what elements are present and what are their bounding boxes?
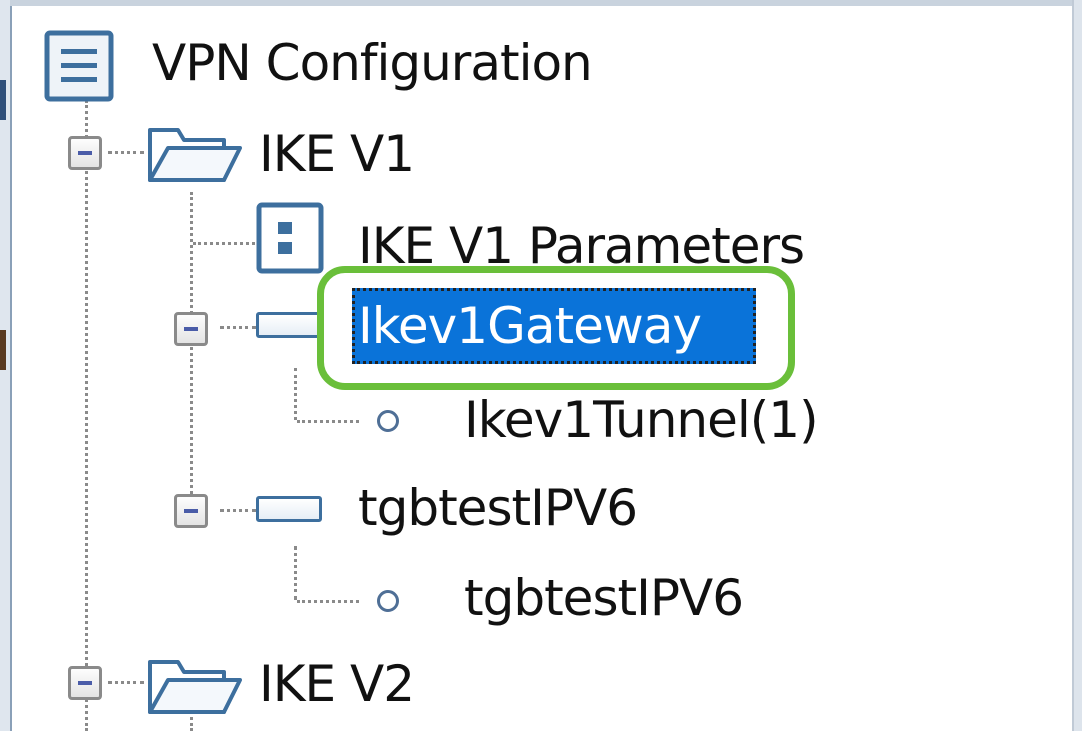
tunnel-dot-icon <box>377 590 399 612</box>
folder-open-icon <box>148 660 242 714</box>
folder-open-icon <box>148 128 242 182</box>
collapse-toggle-icon[interactable] <box>68 666 102 700</box>
tree-line <box>108 151 144 154</box>
tree-scrollbar-edge[interactable] <box>1072 0 1082 731</box>
tree-line <box>297 420 359 423</box>
tree-node-label: VPN Configuration <box>152 34 593 92</box>
tree-node-label: tgbtestIPV6 <box>464 569 744 627</box>
vpn-configuration-tree: VPN Configuration IKE V1 IKE V1 Paramete… <box>12 6 1072 731</box>
collapse-toggle-icon[interactable] <box>68 136 102 170</box>
gateway-icon <box>256 312 322 338</box>
edge-accent <box>0 330 6 370</box>
tree-line <box>220 326 256 329</box>
tree-line <box>108 681 144 684</box>
collapse-toggle-icon[interactable] <box>174 312 208 346</box>
tunnel-dot-icon <box>377 410 399 432</box>
tree-line <box>297 600 359 603</box>
tree-node-label-selected: Ikev1Gateway <box>352 288 756 364</box>
config-list-icon <box>44 30 114 102</box>
tree-node-label: IKE V2 <box>259 655 415 713</box>
tree-node-label: tgbtestIPV6 <box>358 479 638 537</box>
parameters-icon <box>256 202 324 274</box>
collapse-toggle-icon[interactable] <box>174 494 208 528</box>
tree-node-label: Ikev1Tunnel(1) <box>464 391 819 449</box>
tree-node-label: IKE V1 <box>259 125 415 183</box>
tree-line <box>85 100 88 731</box>
vpn-tree-window: VPN Configuration IKE V1 IKE V1 Paramete… <box>0 0 1082 731</box>
left-panel-edge <box>0 0 12 731</box>
tree-line <box>190 192 193 512</box>
tree-line <box>294 546 297 600</box>
tree-line <box>294 368 297 420</box>
edge-accent <box>0 80 6 120</box>
tree-line <box>193 242 255 245</box>
tree-line <box>220 509 256 512</box>
gateway-icon <box>256 496 322 522</box>
